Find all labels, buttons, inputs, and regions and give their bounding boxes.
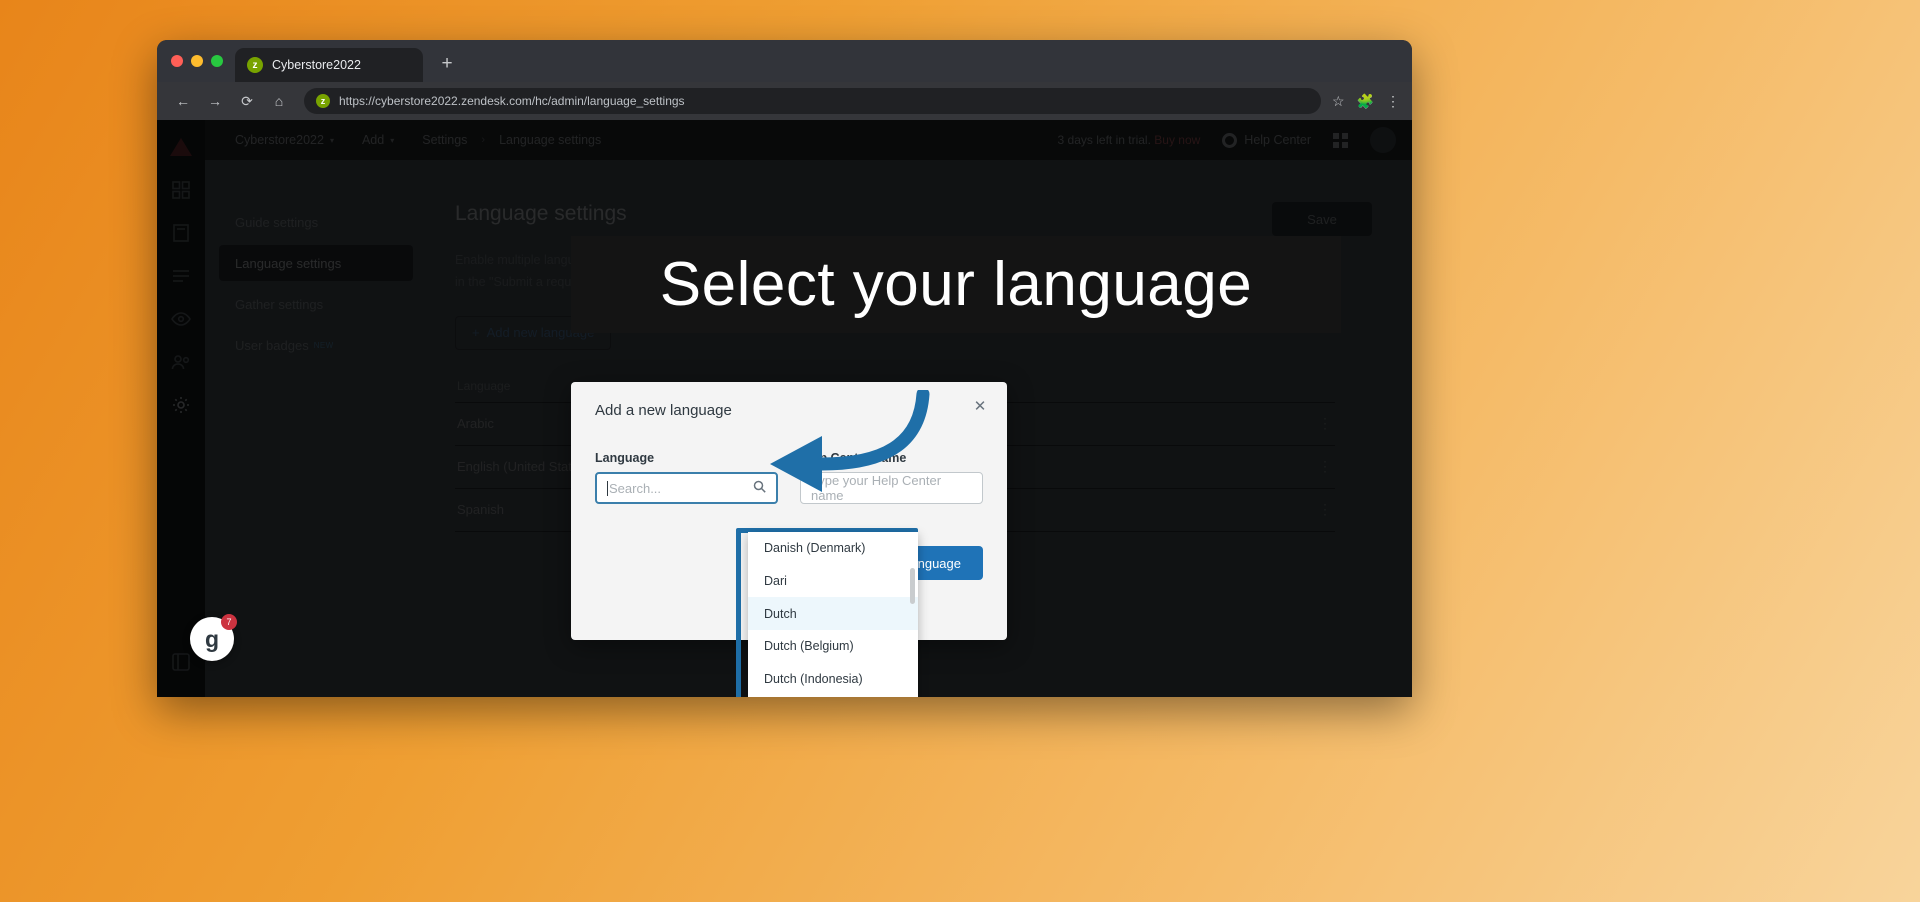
gather-widget-count-badge: 7 [221,614,237,630]
language-search-input[interactable]: Search... [595,472,778,504]
dropdown-option[interactable]: Dutch (Indonesia) [748,663,918,696]
address-bar[interactable]: z https://cyberstore2022.zendesk.com/hc/… [304,88,1321,114]
extensions-icon[interactable]: 🧩 [1357,93,1374,110]
close-window-button[interactable] [171,55,183,67]
close-icon[interactable]: ✕ [971,398,989,416]
browser-tabstrip: z Cyberstore2022 + [157,40,1412,82]
forward-icon[interactable]: → [201,87,229,115]
zendesk-favicon-icon: z [247,57,263,73]
browser-toolbar: ← → ⟳ ⌂ z https://cyberstore2022.zendesk… [157,82,1412,120]
dropdown-option[interactable]: Dutch (Belgium) [748,630,918,663]
new-tab-button[interactable]: + [433,51,461,79]
toolbar-actions: ☆ 🧩 ⋮ [1332,93,1400,110]
window-controls [169,40,235,82]
site-favicon-icon: z [316,94,330,108]
bookmark-star-icon[interactable]: ☆ [1332,93,1345,110]
tab-title: Cyberstore2022 [272,58,361,72]
browser-tab[interactable]: z Cyberstore2022 [235,48,423,82]
dropdown-option[interactable]: Danish (Denmark) [748,532,918,565]
browser-window: z Cyberstore2022 + ← → ⟳ ⌂ z https://cyb… [157,40,1412,697]
back-icon[interactable]: ← [169,87,197,115]
language-field-label: Language [595,451,655,465]
minimize-window-button[interactable] [191,55,203,67]
dropdown-option-selected[interactable]: Dutch [748,597,918,631]
gather-widget-letter: g [204,625,220,652]
dropdown-option[interactable]: Dutch (Netherlands) [748,695,918,697]
gather-widget-button[interactable]: g 7 [190,614,237,661]
address-bar-url: https://cyberstore2022.zendesk.com/hc/ad… [339,94,685,108]
maximize-window-button[interactable] [211,55,223,67]
language-search-placeholder: Search... [609,480,662,496]
browser-menu-icon[interactable]: ⋮ [1386,93,1400,110]
language-dropdown-list: Danish (Denmark) Dari Dutch Dutch (Belgi… [748,532,918,697]
home-icon[interactable]: ⌂ [265,87,293,115]
annotation-arrow-icon [770,390,930,492]
annotation-text: Select your language [659,250,1253,319]
language-dropdown[interactable]: Danish (Denmark) Dari Dutch Dutch (Belgi… [748,532,918,697]
dropdown-option[interactable]: Dari [748,565,918,598]
dropdown-scrollbar[interactable] [910,568,915,604]
reload-icon[interactable]: ⟳ [233,87,261,115]
language-field-group: Language Search... [595,451,778,504]
text-caret [607,480,608,496]
annotation-banner: Select your language [571,236,1341,333]
